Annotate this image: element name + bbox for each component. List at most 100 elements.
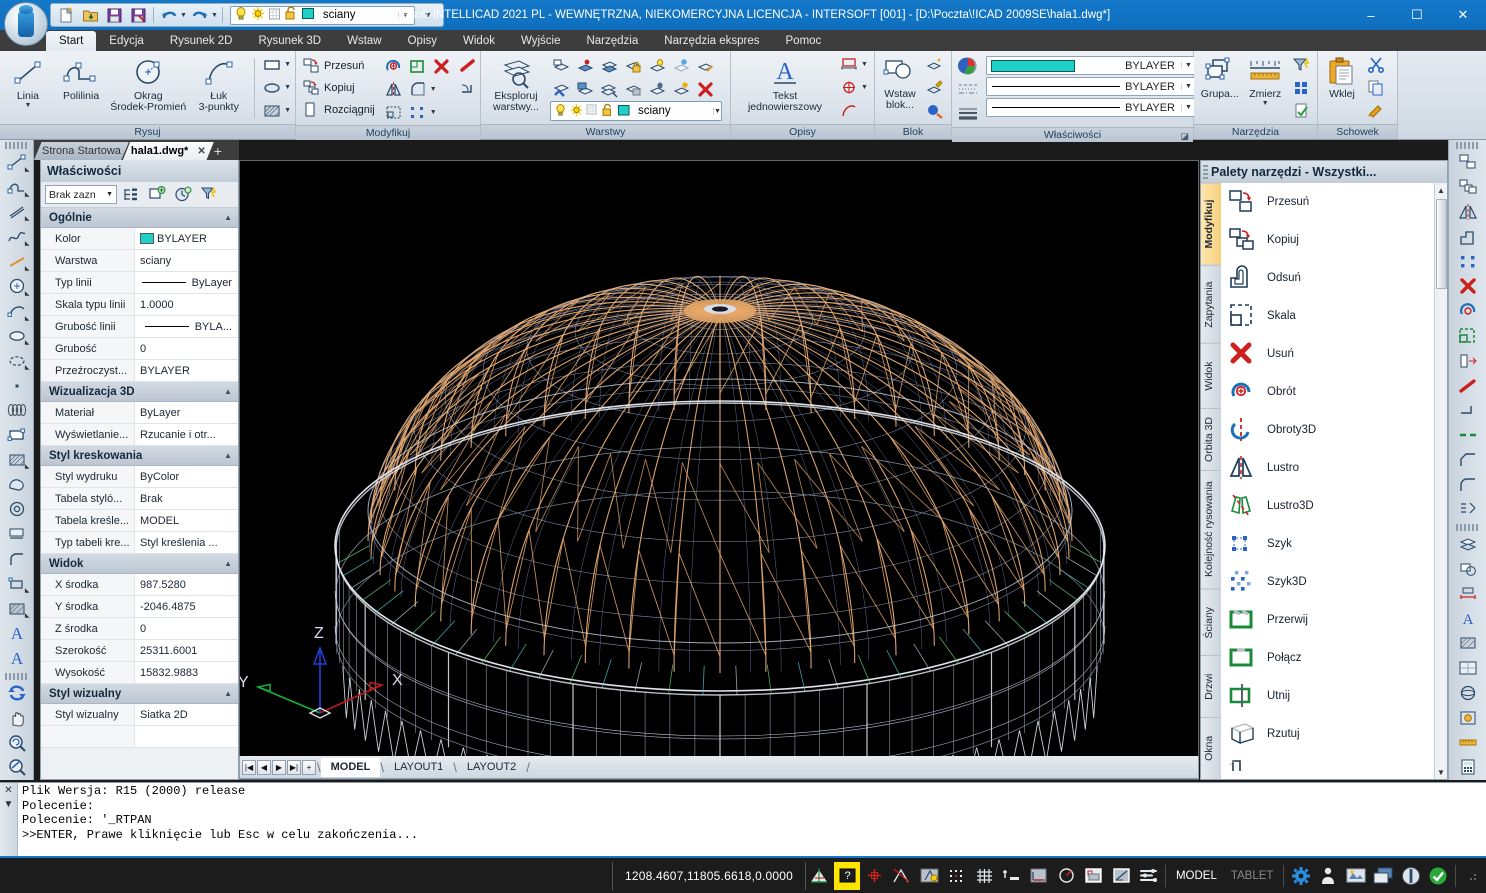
lineweight-icon[interactable] [999, 862, 1024, 890]
tool-przytnij-icon[interactable] [456, 55, 480, 77]
ribbon-tab-wstaw[interactable]: Wstaw [334, 31, 395, 51]
palette-item-skala[interactable]: Skala [1221, 297, 1434, 335]
tool-wymiar-luk-icon[interactable] [837, 100, 861, 122]
palette-item-odsun[interactable]: Odsuń [1221, 259, 1434, 297]
palette-tab-kolejnosc[interactable]: Kolejność rysowania [1201, 469, 1221, 588]
tool-wydluz-icon[interactable] [456, 78, 480, 100]
tool-wytnij-icon[interactable] [1364, 54, 1388, 76]
layer-current-icon[interactable] [573, 55, 597, 77]
vtool-redraw-icon[interactable] [2, 681, 32, 706]
new-file-icon[interactable] [55, 5, 77, 25]
vtool-ray-icon[interactable]: ◣ [2, 249, 32, 274]
display-icon[interactable] [1343, 862, 1368, 890]
property-row-wysokosc[interactable]: Wysokość 15832.9883 [41, 662, 238, 684]
doc-tab-hala1[interactable]: hala1.dwg* ✕ [122, 142, 214, 160]
property-row-grubosc[interactable]: Grubość 0 [41, 338, 238, 360]
clean-screen-icon[interactable] [1398, 862, 1423, 890]
ribbon-layer-on-icon[interactable] [554, 103, 567, 120]
palette-item-rzutuj[interactable]: Rzutuj [1221, 715, 1434, 753]
tool-elipsa-icon[interactable] [260, 77, 284, 99]
properties-group-styl-wizualny[interactable]: Styl wizualny ▲ [41, 684, 238, 704]
wymiar-dropdown-icon[interactable]: ▼ [861, 61, 868, 68]
ribbon-tab-widok[interactable]: Widok [450, 31, 508, 51]
property-row-material[interactable]: Materiał ByLayer [41, 402, 238, 424]
vtool-polyline-icon[interactable]: ◣ [2, 175, 32, 200]
property-row-szerokosc[interactable]: Szerokość 25311.6001 [41, 640, 238, 662]
zmierz-dropdown-icon[interactable]: ▼ [1262, 100, 1269, 107]
tool-malarz-formatow-icon[interactable] [1364, 100, 1388, 122]
prostokat-dropdown-icon[interactable]: ▼ [284, 61, 291, 68]
tool-rozciagnij[interactable]: Rozciągnij [300, 99, 378, 120]
right-toolbar-grip-2[interactable] [1455, 523, 1480, 531]
gear-icon[interactable] [1288, 862, 1313, 890]
panel-title-modyfikuj[interactable]: Modyfikuj [296, 125, 480, 140]
layout-nav-last[interactable]: ▶| [287, 759, 301, 775]
ribbon-layer-thaw-icon[interactable] [570, 103, 583, 120]
layer-on-icon[interactable] [234, 6, 248, 24]
rtool-hatch2-icon[interactable] [1453, 631, 1483, 656]
layer-unlock-icon[interactable] [284, 6, 298, 24]
doc-tab-close-icon[interactable]: ✕ [197, 146, 205, 157]
ribbon-layer-dropdown-icon[interactable]: ▼ [713, 107, 721, 115]
rtool-render-icon[interactable] [1453, 705, 1483, 730]
property-linetype-dropdown-icon[interactable]: ▼ [1181, 83, 1195, 90]
rtool-scale-icon[interactable] [1453, 324, 1483, 349]
rtool-offset-icon[interactable] [1453, 224, 1483, 249]
punkt-dropdown-icon[interactable]: ▼ [861, 84, 868, 91]
palette-tab-orbita-3d[interactable]: Orbita 3D [1201, 407, 1221, 470]
palette-item-partial[interactable] [1221, 753, 1434, 771]
close-button[interactable]: ✕ [1440, 0, 1486, 30]
ribbon-tab-rysunek-2d[interactable]: Rysunek 2D [157, 31, 246, 51]
layer-on-off-icon[interactable] [645, 55, 669, 77]
ribbon-tab-opisy[interactable]: Opisy [395, 31, 450, 51]
ribbon-layer-freeze-icon[interactable] [586, 103, 598, 119]
properties-group-wizualizacja-3d[interactable]: Wizualizacja 3D ▲ [41, 382, 238, 402]
properties-color-wheel-icon[interactable] [956, 55, 980, 77]
property-row-x-srodka[interactable]: X środka 987.5280 [41, 574, 238, 596]
property-row-tabela-stylow[interactable]: Tabela styló... Brak [41, 488, 238, 510]
ribbon-layer-color-swatch[interactable] [617, 103, 631, 120]
tool-tekst-jednowierszowy[interactable]: A Tekst jednowierszowy [735, 54, 835, 122]
coordinates-display[interactable]: 1208.4607,11805.6618,0.0000 [612, 861, 807, 890]
palette-item-polacz[interactable]: Połącz [1221, 639, 1434, 677]
property-row-z-srodka[interactable]: Z środka 0 [41, 618, 238, 640]
palette-item-lustro[interactable]: Lustro [1221, 449, 1434, 487]
tool-kopiuj[interactable]: Kopiuj [300, 77, 378, 98]
ribbon-tab-start[interactable]: Start [46, 31, 97, 51]
snap-icon[interactable] [944, 862, 969, 890]
tool-przesun[interactable]: Przesuń [300, 55, 378, 76]
app-menu-button[interactable] [4, 2, 48, 46]
vtool-donut-icon[interactable] [2, 497, 32, 522]
palette-tab-zapytania[interactable]: Zapytania [1201, 264, 1221, 344]
ribbon-layer-unlock-icon[interactable] [601, 103, 614, 120]
property-row-wyswietlanie[interactable]: Wyświetlanie... Rzucanie i otr... [41, 424, 238, 446]
undo-dropdown-icon[interactable]: ▼ [180, 12, 187, 19]
property-row-partial[interactable] [41, 726, 238, 748]
layer-color-swatch[interactable] [301, 6, 316, 24]
tool-eksploruj-warstwy[interactable]: Eksploruj warstwy... [485, 54, 547, 120]
resize-grip-icon[interactable] [1459, 862, 1484, 890]
command-close-icon[interactable]: ✕ [4, 785, 12, 796]
zaokraglij-dropdown-icon[interactable]: ▼ [430, 86, 437, 93]
rtool-copy-icon[interactable] [1453, 175, 1483, 200]
palette-item-szyk3d[interactable]: Szyk3D [1221, 563, 1434, 601]
qat-more-icon[interactable]: ▼ [417, 5, 439, 25]
vtool-region-icon[interactable] [2, 472, 32, 497]
windows-icon[interactable] [1370, 862, 1395, 890]
vtool-point-icon[interactable] [2, 373, 32, 398]
status-model-label[interactable]: MODEL [1169, 862, 1224, 890]
layer-freeze-icon[interactable] [268, 7, 281, 24]
vtool-zoom-window-icon[interactable] [2, 755, 32, 780]
vtool-rectangle-icon[interactable] [2, 423, 32, 448]
property-value-cell[interactable]: BYLA... [135, 316, 238, 337]
minimize-button[interactable]: – [1348, 0, 1394, 30]
property-row-warstwa[interactable]: Warstwa sciany [41, 250, 238, 272]
scroll-down-icon[interactable]: ▼ [1435, 765, 1448, 779]
rtool-trim-icon[interactable] [1453, 373, 1483, 398]
rtool-text-icon[interactable]: A [1453, 606, 1483, 631]
property-row-y-srodka[interactable]: Y środka -2046.4875 [41, 596, 238, 618]
rtool-mirror-icon[interactable] [1453, 200, 1483, 225]
palette-tab-widok[interactable]: Widok [1201, 343, 1221, 408]
vtool-spline-icon[interactable]: ◣ [2, 224, 32, 249]
tool-sprawdz-icon[interactable] [1289, 100, 1313, 122]
